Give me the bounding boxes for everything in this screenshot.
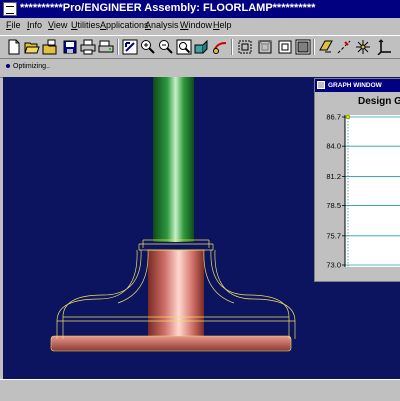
y-tick-label: 78.5 <box>326 201 341 210</box>
refit-icon[interactable] <box>176 39 192 55</box>
graph-header: Design G <box>315 92 400 112</box>
hidden-line-icon[interactable] <box>257 39 273 55</box>
data-point <box>345 114 351 120</box>
coord-sys-icon[interactable] <box>377 39 393 55</box>
y-tick-label: 81.2 <box>326 172 341 181</box>
graph-window-title: GRAPH WINDOW <box>328 82 382 89</box>
menu-window[interactable]: Window <box>180 20 212 30</box>
print-icon[interactable] <box>80 39 96 55</box>
y-tick-label: 84.0 <box>326 142 341 151</box>
wireframe-icon[interactable] <box>237 39 253 55</box>
menu-utilities[interactable]: Utilities <box>71 20 100 30</box>
zoom-out-icon[interactable] <box>158 39 174 55</box>
toolbar <box>0 35 400 59</box>
menu-analysis[interactable]: Analysis <box>145 20 179 30</box>
graph-plot-area: 86.7 84.0 81.2 78.5 75.7 73.0 <box>315 112 400 281</box>
graph-window[interactable]: GRAPH WINDOW Design G 86.7 84.0 81.2 78.5 75… <box>314 78 400 282</box>
repaint-icon[interactable] <box>212 39 228 55</box>
design-graph: 86.7 84.0 81.2 78.5 75.7 73.0 <box>326 113 400 270</box>
toolbar-separator <box>231 39 233 55</box>
graph-title-bar: GRAPH WINDOW <box>315 79 400 92</box>
menu-view[interactable]: View <box>48 20 67 30</box>
plot-background <box>345 115 400 267</box>
menu-applications[interactable]: Applications <box>100 20 149 30</box>
open-icon[interactable] <box>24 39 40 55</box>
y-tick-label: 73.0 <box>326 261 341 270</box>
menu-info[interactable]: Info <box>27 20 42 30</box>
print-setup-icon[interactable] <box>98 39 114 55</box>
new-icon[interactable] <box>6 39 22 55</box>
bullet-icon <box>6 64 10 68</box>
y-tick-label: 86.7 <box>326 113 341 122</box>
graph-window-menu-icon[interactable] <box>317 81 325 89</box>
window-menu-icon[interactable] <box>3 2 17 16</box>
message-area: Optimizing.. <box>0 59 400 78</box>
menu-file[interactable]: File <box>6 20 21 30</box>
lamp-base-column <box>148 250 204 340</box>
toolbar-separator <box>117 39 119 55</box>
graph-heading: Design G <box>358 96 400 107</box>
y-tick-label: 75.7 <box>326 231 341 240</box>
view-icon[interactable] <box>122 39 138 55</box>
toolbar-separator <box>313 39 315 55</box>
menu-bar: File Info View Utilities Applications An… <box>0 18 400 34</box>
window-title: **********Pro/ENGINEER Assembly: FLOORLA… <box>20 2 316 14</box>
no-hidden-icon[interactable] <box>277 39 293 55</box>
menu-help[interactable]: Help <box>213 20 232 30</box>
open-set-icon[interactable] <box>42 39 58 55</box>
lamp-base-plate <box>50 335 292 352</box>
shade-icon[interactable] <box>295 39 311 55</box>
datum-point-icon[interactable] <box>355 39 371 55</box>
bottom-panel <box>0 379 400 401</box>
orient-icon[interactable] <box>194 39 210 55</box>
datum-axis-icon[interactable] <box>336 39 352 55</box>
datum-plane-icon[interactable] <box>318 39 334 55</box>
status-message: Optimizing.. <box>13 63 50 70</box>
save-icon[interactable] <box>62 39 78 55</box>
zoom-in-icon[interactable] <box>140 39 156 55</box>
title-bar: **********Pro/ENGINEER Assembly: FLOORLA… <box>0 0 400 18</box>
lamp-rod <box>153 77 194 242</box>
